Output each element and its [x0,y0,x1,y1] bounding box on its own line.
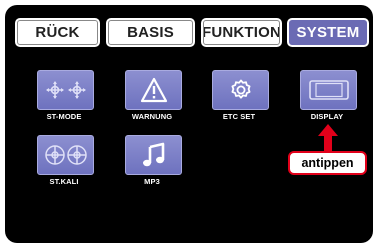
tab-system-label: SYSTEM [296,24,360,41]
gear-icon [231,79,250,99]
tab-funktion[interactable]: FUNKTION [201,18,282,47]
tap-hint-callout: antippen [288,151,367,175]
st-mode-button[interactable] [37,70,94,110]
st-kali-label: ST.KALI [49,177,79,186]
tab-rueck[interactable]: RÜCK [15,18,100,47]
warning-icon [140,77,167,103]
display-button[interactable] [300,70,357,110]
etc-set-button[interactable] [212,70,269,110]
mp3-button[interactable] [125,135,182,175]
tab-basis-label: BASIS [127,24,174,41]
stick-mode-icon [45,81,86,99]
etc-set-label: ETC SET [222,112,256,121]
tab-basis[interactable]: BASIS [106,18,195,47]
tab-funktion-label: FUNKTION [201,24,282,41]
display-icon [308,80,349,100]
st-mode-label: ST-MODE [46,112,82,121]
music-note-icon [142,142,164,167]
tab-rueck-label: RÜCK [35,24,80,41]
st-kali-button[interactable] [37,135,94,175]
stick-calibration-icon [44,145,87,165]
warnung-label: WARNUNG [131,112,173,121]
tab-system[interactable]: SYSTEM [287,18,369,47]
screen: RÜCK BASIS FUNKTION SYSTEM ST-MODE WARNU… [5,5,373,243]
display-label: DISPLAY [310,112,344,121]
tap-hint-text: antippen [301,156,354,170]
mp3-label: MP3 [144,177,160,186]
warnung-button[interactable] [125,70,182,110]
arrow-up-icon [318,124,338,152]
